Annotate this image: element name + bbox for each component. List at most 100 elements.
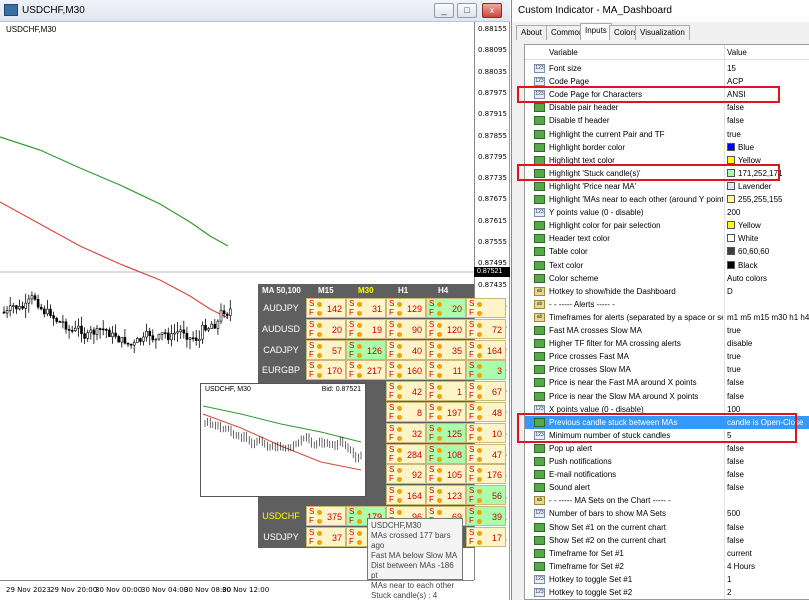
dashboard-cell[interactable]: S F 375 bbox=[306, 506, 346, 526]
dashboard-cell[interactable]: S F 176 bbox=[466, 464, 506, 485]
input-value[interactable]: current bbox=[727, 547, 809, 560]
input-value[interactable]: true bbox=[727, 324, 809, 337]
input-value[interactable]: true bbox=[727, 350, 809, 363]
dashboard-cell[interactable]: S F 20 bbox=[306, 318, 346, 339]
input-value[interactable]: false bbox=[727, 481, 809, 494]
input-value[interactable]: false bbox=[727, 455, 809, 468]
input-row[interactable]: Text color Black bbox=[525, 259, 809, 272]
dashboard-pair-usdjpy[interactable]: USDJPY bbox=[258, 527, 304, 547]
dashboard-cell[interactable]: S F 67 bbox=[466, 381, 506, 402]
input-value[interactable]: D bbox=[727, 285, 809, 298]
tab-visualization[interactable]: Visualization bbox=[635, 25, 690, 40]
dashboard-cell[interactable]: S F 284 bbox=[386, 443, 426, 464]
input-row[interactable]: Show Set #2 on the current chart false bbox=[525, 534, 809, 547]
input-row[interactable]: 123 Font size 15 bbox=[525, 62, 809, 75]
dashboard-pair-audjpy[interactable]: AUDJPY bbox=[258, 298, 304, 318]
input-row[interactable]: Price crosses Slow MA true bbox=[525, 363, 809, 376]
tab-inputs[interactable]: Inputs bbox=[580, 23, 612, 40]
input-value[interactable]: Yellow bbox=[727, 219, 809, 232]
dashboard-cell[interactable]: SF 8 bbox=[386, 402, 426, 422]
dashboard-cell[interactable]: S F 11 bbox=[426, 360, 466, 381]
input-row[interactable]: 123 Hotkey to toggle Set #2 2 bbox=[525, 586, 809, 599]
dashboard-cell[interactable]: S F 108 bbox=[426, 443, 466, 464]
dashboard-cell[interactable]: S F 42 bbox=[386, 381, 426, 402]
input-value[interactable]: 1 bbox=[727, 573, 809, 586]
dashboard-cell[interactable]: S F 72 bbox=[466, 318, 506, 339]
dashboard-cell[interactable]: S F 120 bbox=[426, 318, 466, 339]
input-value[interactable]: White bbox=[727, 232, 809, 245]
input-value[interactable]: disable bbox=[727, 337, 809, 350]
dashboard-cell[interactable]: S F 90 bbox=[386, 318, 426, 339]
input-value[interactable]: true bbox=[727, 363, 809, 376]
input-row[interactable]: Disable tf header false bbox=[525, 114, 809, 127]
input-value[interactable]: true bbox=[727, 128, 809, 141]
input-row[interactable]: 123 Y points value (0 - disable) 200 bbox=[525, 206, 809, 219]
input-value[interactable]: 60,60,60 bbox=[727, 245, 809, 258]
input-row[interactable]: Highlight the current Pair and TF true bbox=[525, 128, 809, 141]
input-value[interactable]: 4 Hours bbox=[727, 560, 809, 573]
dashboard-cell[interactable]: S F 10 bbox=[466, 422, 506, 443]
input-value[interactable]: Black bbox=[727, 259, 809, 272]
dashboard-cell[interactable]: S F 217 bbox=[346, 360, 386, 381]
input-row[interactable]: ab Timeframes for alerts (separated by a … bbox=[525, 311, 809, 324]
input-row[interactable]: Color scheme Auto colors bbox=[525, 272, 809, 285]
dashboard-cell[interactable]: S F 142 bbox=[306, 298, 346, 318]
input-row[interactable]: Price is near the Fast MA around X point… bbox=[525, 376, 809, 389]
input-row[interactable]: Price is near the Slow MA around X point… bbox=[525, 390, 809, 403]
dashboard-pair-eurgbp[interactable]: EURGBP bbox=[258, 360, 304, 380]
input-row[interactable]: Fast MA crosses Slow MA true bbox=[525, 324, 809, 337]
dashboard-cell[interactable]: S F 129 bbox=[386, 298, 426, 318]
dashboard-cell[interactable]: S F 37 bbox=[306, 526, 346, 547]
dashboard-cell[interactable]: SF 3 bbox=[466, 360, 506, 381]
input-value[interactable]: false bbox=[727, 534, 809, 547]
input-row[interactable]: Table color 60,60,60 bbox=[525, 245, 809, 258]
input-value[interactable]: Lavender bbox=[727, 180, 809, 193]
input-value[interactable]: 500 bbox=[727, 507, 809, 520]
input-value[interactable]: false bbox=[727, 376, 809, 389]
input-row[interactable]: ab - - ----- Alerts ----- - bbox=[525, 298, 809, 311]
input-row[interactable]: Highlight color for pair selection Yellow bbox=[525, 219, 809, 232]
input-value[interactable]: 15 bbox=[727, 62, 809, 75]
inputs-grid[interactable]: Variable Value 123 Font size 15 123 Code Pag… bbox=[524, 44, 809, 600]
input-row[interactable]: Timeframe for Set #2 4 Hours bbox=[525, 560, 809, 573]
dashboard-cell[interactable]: S F 47 bbox=[466, 443, 506, 464]
dashboard-cell[interactable]: S F 92 bbox=[386, 464, 426, 485]
input-row[interactable]: E-mail notifications false bbox=[525, 468, 809, 481]
input-row[interactable]: Show Set #1 on the current chart false bbox=[525, 521, 809, 534]
input-value[interactable]: 255,255,155 bbox=[727, 193, 809, 206]
input-row[interactable]: Push notifications false bbox=[525, 455, 809, 468]
dashboard-cell[interactable]: S F 31 bbox=[346, 298, 386, 318]
dashboard-cell[interactable]: S F 56 bbox=[466, 485, 506, 506]
input-row[interactable]: ab - - ----- MA Sets on the Chart ----- - bbox=[525, 494, 809, 507]
dashboard-pair-usdchf[interactable]: USDCHF bbox=[258, 506, 304, 526]
input-value[interactable]: false bbox=[727, 114, 809, 127]
dashboard-cell[interactable]: S F 197 bbox=[426, 402, 466, 422]
input-row[interactable]: ab Hotkey to show/hide the Dashboard D bbox=[525, 285, 809, 298]
dashboard-cell[interactable]: S F 57 bbox=[306, 339, 346, 360]
input-row[interactable]: 123 Number of bars to show MA Sets 500 bbox=[525, 507, 809, 520]
input-value[interactable]: 2 bbox=[727, 586, 809, 599]
dashboard-tf-d1[interactable]: D1 bbox=[478, 286, 488, 297]
dashboard-cell[interactable]: S F 17 bbox=[466, 526, 506, 547]
dashboard-cell[interactable]: S F 164 bbox=[466, 339, 506, 360]
dashboard-tf-m15[interactable]: M15 bbox=[318, 286, 334, 297]
maximize-button[interactable]: □ bbox=[457, 3, 477, 18]
dashboard-tf-h1[interactable]: H1 bbox=[398, 286, 408, 297]
input-value[interactable]: Auto colors bbox=[727, 272, 809, 285]
dashboard-pair-cadjpy[interactable]: CADJPY bbox=[258, 340, 304, 360]
input-row[interactable]: 123 Hotkey to toggle Set #1 1 bbox=[525, 573, 809, 586]
input-value[interactable]: false bbox=[727, 521, 809, 534]
dashboard-pair-audusd[interactable]: AUDUSD bbox=[258, 319, 304, 339]
dashboard-cell[interactable]: S F 48 bbox=[466, 402, 506, 422]
input-row[interactable]: Timeframe for Set #1 current bbox=[525, 547, 809, 560]
input-value[interactable]: false bbox=[727, 101, 809, 114]
input-row[interactable]: Highlight border color Blue bbox=[525, 141, 809, 154]
input-row[interactable]: Highlight 'MAs near to each other (aroun… bbox=[525, 193, 809, 206]
dashboard-cell[interactable]: S F 105 bbox=[426, 464, 466, 485]
input-value[interactable]: Blue bbox=[727, 141, 809, 154]
input-value[interactable]: 200 bbox=[727, 206, 809, 219]
close-button[interactable]: x bbox=[482, 3, 502, 18]
dashboard-cell[interactable]: S F 125 bbox=[426, 422, 466, 443]
dashboard-tf-m30[interactable]: M30 bbox=[358, 286, 374, 297]
dashboard-cell[interactable]: S F 39 bbox=[466, 506, 506, 526]
